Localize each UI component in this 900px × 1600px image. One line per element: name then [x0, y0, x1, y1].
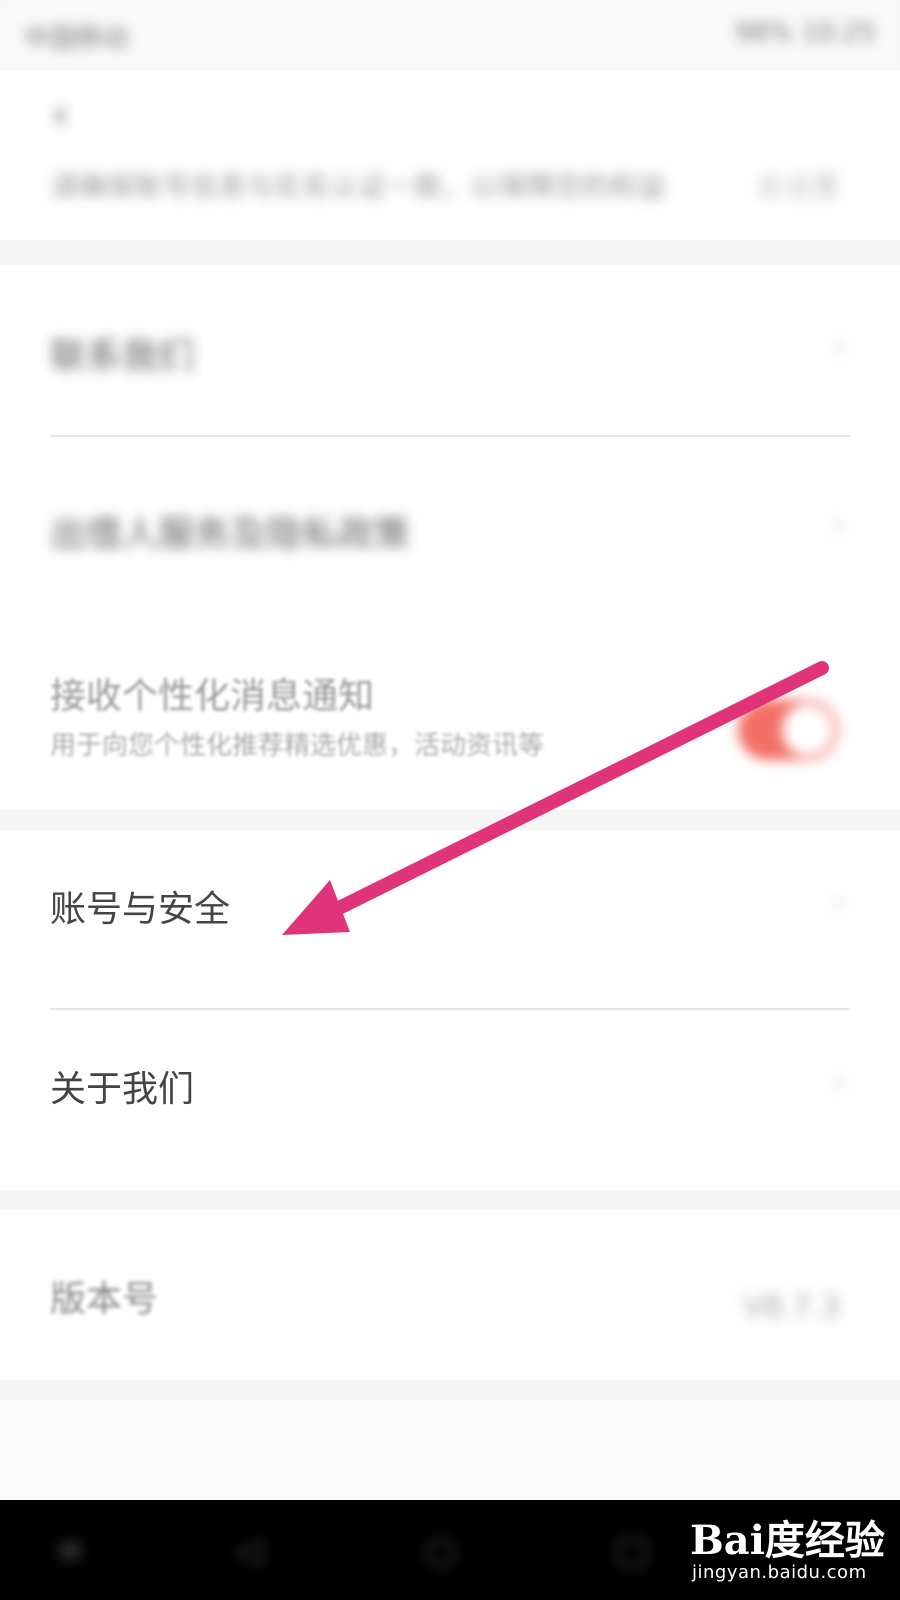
watermark-url: jingyan.baidu.com	[692, 1562, 867, 1583]
bottom-blank	[0, 1400, 900, 1500]
notification-toggle[interactable]	[738, 700, 838, 760]
row-about-us[interactable]: 关于我们 ›	[0, 1010, 900, 1190]
home-icon[interactable]: ○	[425, 1530, 456, 1571]
recents-icon[interactable]: □	[615, 1530, 649, 1571]
settings-group-2: 账号与安全 › 关于我们 ›	[0, 830, 900, 1190]
menu-icon[interactable]: ≡	[55, 1530, 85, 1571]
toggle-knob	[782, 704, 834, 756]
row-label: 版本号	[50, 1279, 159, 1320]
status-bar: 中国移动 98% 10:25	[0, 0, 900, 70]
row-label: 联系我们	[50, 336, 195, 377]
banner-action[interactable]: 去设置	[756, 165, 840, 205]
row-label: 账号与安全	[50, 889, 231, 930]
back-icon[interactable]: ◁	[235, 1530, 263, 1571]
chevron-right-icon: ›	[832, 327, 845, 365]
row-subtitle: 用于向您个性化推荐精选优惠，活动资讯等	[50, 731, 545, 761]
banner-text: 请确保账号信息与实名认证一致，以保障您的权益	[50, 170, 667, 203]
carrier-label: 中国移动	[24, 24, 129, 54]
row-contact-us[interactable]: 联系我们 ›	[0, 265, 900, 435]
version-value: V8.7.3	[743, 1290, 840, 1325]
header: ‹ 请确保账号信息与实名认证一致，以保障您的权益 去设置	[0, 70, 900, 240]
row-title: 接收个性化消息通知	[50, 676, 375, 717]
row-privacy-policy[interactable]: 出借人服务及隐私政策 ›	[0, 437, 900, 617]
chevron-right-icon: ›	[832, 505, 845, 543]
watermark: Bai度经验 jingyan.baidu.com	[680, 1500, 890, 1595]
status-icons: 98% 10:25	[735, 18, 876, 48]
chevron-right-icon: ›	[832, 882, 845, 920]
row-label: 关于我们	[50, 1069, 195, 1110]
row-label: 出借人服务及隐私政策	[50, 514, 411, 555]
row-account-security[interactable]: 账号与安全 ›	[0, 830, 900, 1008]
chevron-right-icon: ›	[832, 1062, 845, 1100]
watermark-brand: Bai度经验	[690, 1517, 885, 1564]
back-arrow-icon[interactable]: ‹	[40, 90, 80, 140]
